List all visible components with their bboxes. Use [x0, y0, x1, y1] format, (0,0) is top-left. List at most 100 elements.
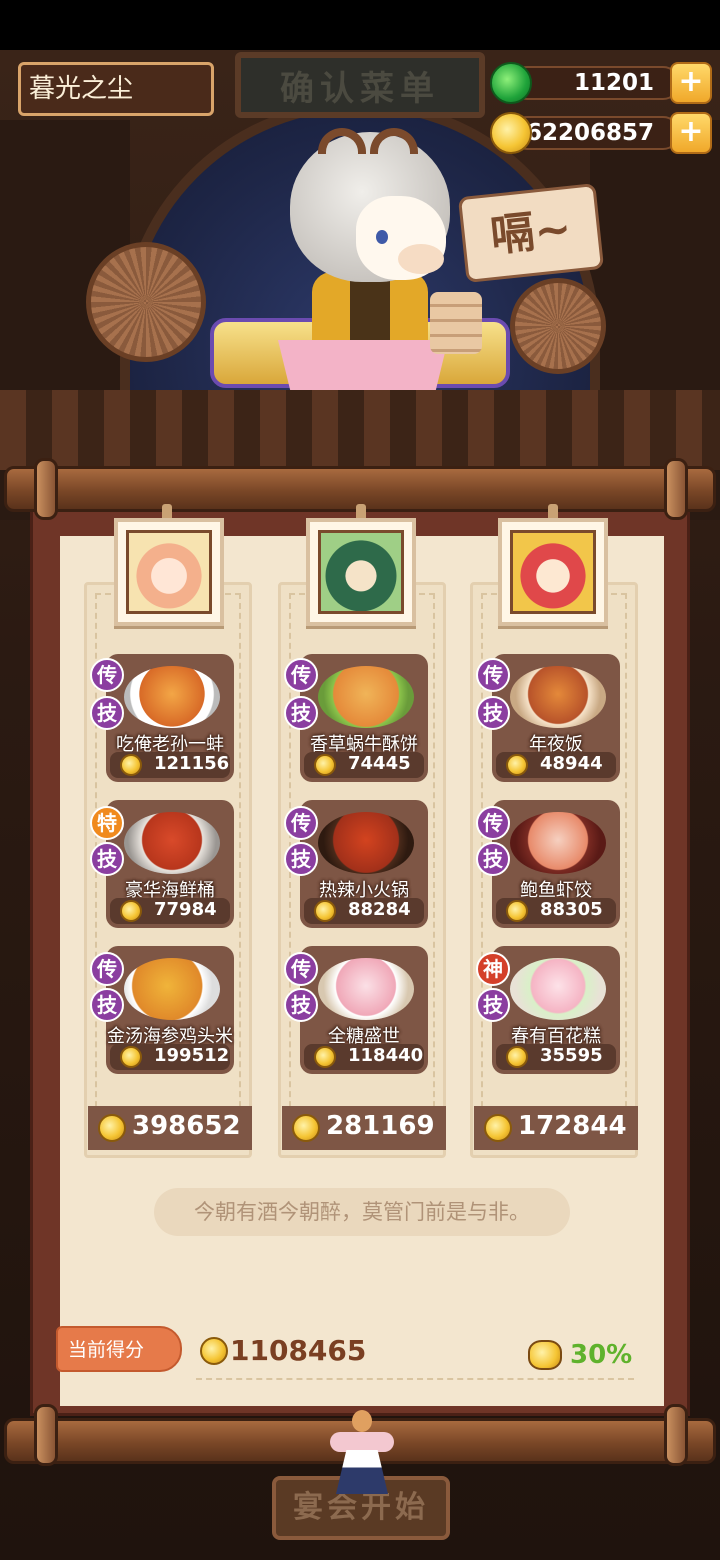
coin-currency: 62206857 + — [490, 112, 712, 154]
dish-card[interactable]: 鲍鱼虾饺 88305 — [492, 800, 620, 928]
guest-portrait-2[interactable] — [306, 518, 416, 626]
column-total-value: 172844 — [518, 1111, 627, 1141]
dish-card[interactable]: 豪华海鲜桶 77984 — [106, 800, 234, 928]
rarity-badge: 传 — [284, 952, 318, 986]
dish-price-row: 121156 — [110, 752, 230, 778]
dish-price-row: 77984 — [110, 898, 230, 924]
dish-price: 77984 — [154, 899, 217, 920]
dish-image — [124, 666, 220, 728]
dish-price: 88305 — [540, 899, 603, 920]
coin-icon — [120, 1046, 142, 1068]
coin-icon — [314, 1046, 336, 1068]
coin-icon — [200, 1337, 228, 1365]
coin-icon — [292, 1114, 320, 1142]
dish-price-row: 74445 — [304, 752, 424, 778]
dish-price: 88284 — [348, 899, 411, 920]
rarity-badge: 传 — [476, 806, 510, 840]
divider — [196, 1378, 634, 1380]
dish-image — [510, 812, 606, 874]
dish-image — [318, 958, 414, 1020]
guest-portrait-1[interactable] — [114, 518, 224, 626]
guest-avatar-1 — [126, 530, 212, 614]
bonus-icon — [528, 1340, 562, 1370]
status-bar-area — [0, 0, 720, 50]
fan-right — [510, 278, 606, 374]
column-total: 398652 — [88, 1106, 252, 1150]
rarity-badge: 神 — [476, 952, 510, 986]
coin-icon — [98, 1114, 126, 1142]
coin-icon — [506, 1046, 528, 1068]
dish-card[interactable]: 春有百花糕 35595 — [492, 946, 620, 1074]
dish-price: 199512 — [154, 1045, 230, 1066]
dish-image — [318, 812, 414, 874]
coin-icon — [120, 900, 142, 922]
jade-amount: 11201 — [510, 66, 680, 100]
add-jade-button[interactable]: + — [670, 62, 712, 104]
game-screen: 确认菜单 暮光之尘 11201 + 62206857 + 嗝~ 吃俺老孙一蚌 1… — [0, 0, 720, 1560]
coin-amount: 62206857 — [510, 116, 680, 150]
scroll-tassel — [330, 1410, 394, 1494]
column-total-value: 398652 — [132, 1111, 241, 1141]
guest-avatar-2 — [318, 530, 404, 614]
coin-icon — [484, 1114, 512, 1142]
scroll-knob-top-right — [664, 458, 688, 520]
dish-card[interactable]: 全糖盛世 118440 — [300, 946, 428, 1074]
guest-portrait-3[interactable] — [498, 518, 608, 626]
tassel-knot — [352, 1410, 372, 1432]
column-total-value: 281169 — [326, 1111, 435, 1141]
dish-card[interactable]: 热辣小火锅 88284 — [300, 800, 428, 928]
jade-currency: 11201 + — [490, 62, 712, 104]
dish-image — [124, 812, 220, 874]
page-title: 确认菜单 — [280, 68, 440, 109]
coin-icon — [314, 754, 336, 776]
dish-price: 121156 — [154, 753, 230, 774]
column-total: 281169 — [282, 1106, 446, 1150]
score-value: 1108465 — [230, 1334, 367, 1367]
dish-image — [318, 666, 414, 728]
quote-text: 今朝有酒今朝醉，莫管门前是与非。 — [154, 1188, 570, 1236]
skill-badge: 技 — [90, 988, 124, 1022]
coin-icon — [506, 754, 528, 776]
score-label: 当前得分 — [56, 1326, 182, 1372]
add-coins-button[interactable]: + — [670, 112, 712, 154]
coin-icon — [314, 900, 336, 922]
dish-price-row: 88305 — [496, 898, 616, 924]
scroll-knob-top-left — [34, 458, 58, 520]
dish-image — [124, 958, 220, 1020]
dish-price-row: 48944 — [496, 752, 616, 778]
coin-icon — [120, 754, 142, 776]
dish-price-row: 118440 — [304, 1044, 424, 1070]
guest-avatar-3 — [510, 530, 596, 614]
rarity-badge: 传 — [476, 658, 510, 692]
dish-card[interactable]: 吃俺老孙一蚌 121156 — [106, 654, 234, 782]
dish-image — [510, 666, 606, 728]
skill-badge: 技 — [476, 696, 510, 730]
speech-bubble: 嗝~ — [457, 183, 605, 283]
skill-badge: 技 — [90, 696, 124, 730]
dish-price-row: 199512 — [110, 1044, 230, 1070]
dish-price: 118440 — [348, 1045, 424, 1066]
dish-card[interactable]: 金汤海参鸡头米 199512 — [106, 946, 234, 1074]
rarity-badge: 传 — [90, 658, 124, 692]
player-name[interactable]: 暮光之尘 — [18, 62, 214, 116]
coin-icon — [506, 900, 528, 922]
skill-badge: 技 — [476, 988, 510, 1022]
skill-badge: 技 — [284, 696, 318, 730]
dish-card[interactable]: 年夜饭 48944 — [492, 654, 620, 782]
bonus-percent: 30% — [570, 1340, 633, 1370]
tassel-tail — [336, 1450, 388, 1494]
fan-left — [86, 242, 206, 362]
rarity-badge: 特 — [90, 806, 124, 840]
skill-badge: 技 — [284, 842, 318, 876]
skill-badge: 技 — [90, 842, 124, 876]
column-total: 172844 — [474, 1106, 638, 1150]
skill-badge: 技 — [284, 988, 318, 1022]
dish-card[interactable]: 香草蜗牛酥饼 74445 — [300, 654, 428, 782]
rarity-badge: 传 — [284, 658, 318, 692]
rarity-badge: 传 — [284, 806, 318, 840]
dish-price-row: 88284 — [304, 898, 424, 924]
coin-icon — [490, 112, 532, 154]
scroll-knob-bottom-right — [664, 1404, 688, 1466]
dish-price: 48944 — [540, 753, 603, 774]
scroll-knob-bottom-left — [34, 1404, 58, 1466]
